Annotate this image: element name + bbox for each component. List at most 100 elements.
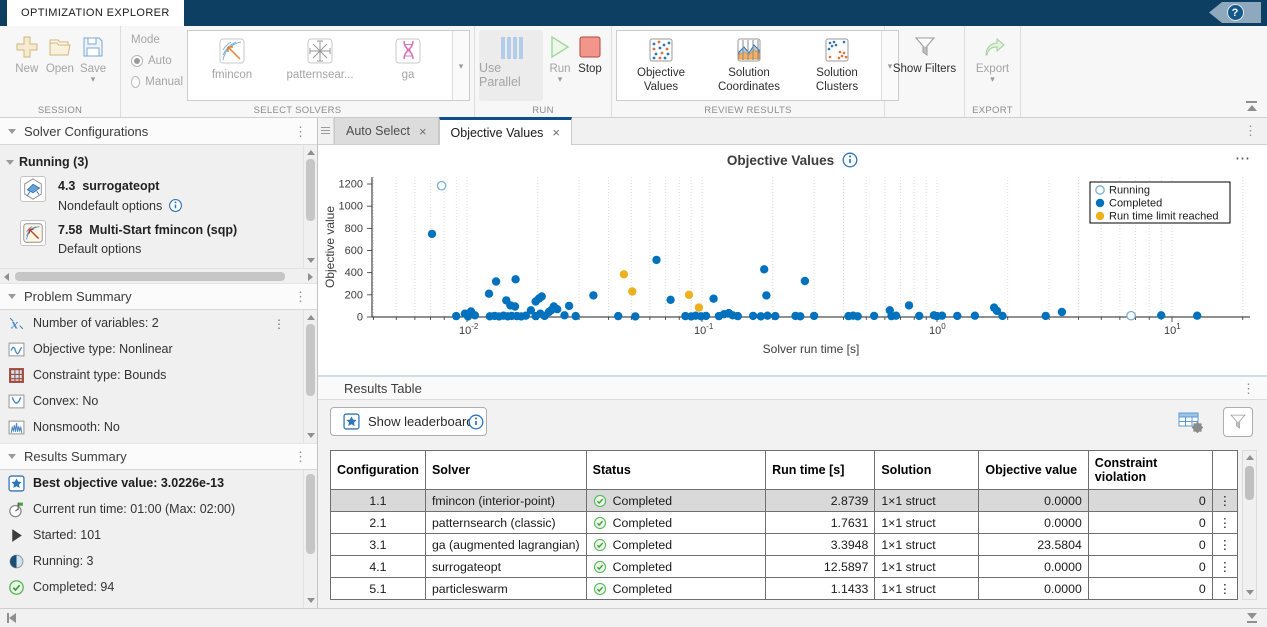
run-dropdown-icon[interactable]: ▾: [558, 75, 563, 83]
show-filters-button[interactable]: Show Filters: [893, 26, 956, 117]
scroll-left-icon[interactable]: [4, 273, 9, 281]
solver-config-horizontal-scrollbar[interactable]: [0, 268, 317, 283]
row-menu-icon[interactable]: ⋮: [1212, 600, 1237, 601]
new-button[interactable]: New: [14, 26, 40, 117]
solver-ga-button[interactable]: ga: [364, 31, 452, 100]
row-menu-icon[interactable]: ⋮: [1212, 534, 1237, 556]
table-row[interactable]: 2.1patternsearch (classic)Completed1.763…: [331, 512, 1238, 534]
scroll-right-icon[interactable]: [308, 273, 313, 281]
results-summary-menu-icon[interactable]: ⋮: [294, 450, 307, 463]
scroll-thumb[interactable]: [1245, 466, 1254, 500]
scroll-down-icon[interactable]: [307, 598, 315, 603]
close-tab-icon[interactable]: ×: [419, 125, 427, 138]
problem-summary-header[interactable]: Problem Summary ⋮: [0, 283, 317, 310]
close-tab-icon[interactable]: ×: [552, 126, 560, 139]
table-row[interactable]: 5.1particleswarmCompleted1.14331×1 struc…: [331, 578, 1238, 600]
problem-summary-vertical-scrollbar[interactable]: [303, 310, 317, 443]
table-vertical-scrollbar[interactable]: [1242, 450, 1257, 600]
info-icon[interactable]: [168, 198, 183, 213]
tab-objective-values[interactable]: Objective Values ×: [439, 117, 572, 145]
row-menu-icon[interactable]: ⋮: [1212, 512, 1237, 534]
scatter-point: [628, 287, 636, 295]
running-group[interactable]: Running (3): [0, 145, 317, 169]
summary-item-label: Completed: 94: [33, 580, 114, 594]
scroll-thumb[interactable]: [306, 324, 315, 396]
row-menu-icon[interactable]: ⋮: [1212, 578, 1237, 600]
results-summary-vertical-scrollbar[interactable]: [303, 470, 317, 608]
ribbon-group-session: New Open Save ▾ SESSION: [0, 26, 121, 117]
results-summary-header[interactable]: Results Summary ⋮: [0, 443, 317, 470]
collapse-sidebar-icon[interactable]: [7, 613, 16, 623]
legend-marker: [1096, 186, 1104, 194]
table-filter-button[interactable]: [1223, 407, 1253, 437]
open-button[interactable]: Open: [46, 26, 74, 117]
table-row[interactable]: 1.1fmincon (interior-point)Completed2.87…: [331, 490, 1238, 512]
scroll-thumb[interactable]: [306, 474, 315, 554]
column-header[interactable]: Objective value: [979, 451, 1088, 490]
help-button[interactable]: ?: [1209, 2, 1261, 23]
scroll-thumb[interactable]: [15, 272, 285, 281]
scroll-down-icon[interactable]: [307, 258, 315, 263]
scatter-point: [1127, 312, 1135, 320]
table-row[interactable]: 3.1ga (augmented lagrangian)Completed3.3…: [331, 534, 1238, 556]
export-button[interactable]: Export ▾: [976, 26, 1009, 117]
scroll-thumb[interactable]: [306, 159, 315, 221]
use-parallel-button[interactable]: Use Parallel: [479, 30, 543, 101]
info-icon[interactable]: [468, 414, 484, 430]
table-columns-settings-icon[interactable]: [1177, 409, 1205, 435]
ribbon-tab-optimization-explorer[interactable]: OPTIMIZATION EXPLORER: [7, 0, 184, 26]
column-header[interactable]: Configuration: [331, 451, 426, 490]
scroll-down-icon[interactable]: [307, 433, 315, 438]
scroll-up-icon[interactable]: [1246, 455, 1254, 460]
solver-config-vertical-scrollbar[interactable]: [303, 145, 317, 268]
config-item-surrogateopt[interactable]: 4.3 surrogateopt Nondefault options: [20, 176, 317, 213]
save-button[interactable]: Save ▾: [80, 26, 106, 117]
column-header[interactable]: Solution: [875, 451, 979, 490]
stop-button[interactable]: Stop: [577, 26, 603, 117]
scroll-up-icon[interactable]: [307, 150, 315, 155]
column-header[interactable]: Status: [586, 451, 766, 490]
solution-coordinates-button[interactable]: SolutionCoordinates: [705, 31, 793, 100]
table-row[interactable]: 4.1surrogateoptCompleted12.58971×1 struc…: [331, 556, 1238, 578]
svg-text:1200: 1200: [339, 179, 363, 191]
status-cell: Completed: [586, 534, 766, 556]
table-cell: 0.0000: [979, 556, 1088, 578]
scroll-down-icon[interactable]: [1246, 590, 1254, 595]
collapse-bottom-icon[interactable]: [1247, 613, 1257, 623]
radio-auto[interactable]: Auto: [131, 55, 183, 67]
radio-manual[interactable]: Manual: [131, 76, 183, 88]
solver-fmincon-button[interactable]: fmincon: [188, 31, 276, 100]
row-menu-icon[interactable]: ⋮: [1212, 556, 1237, 578]
results-table-header: Results Table ⋮: [318, 377, 1267, 400]
solution-clusters-button[interactable]: SolutionClusters: [793, 31, 881, 100]
objective-values-button[interactable]: ObjectiveValues: [617, 31, 705, 100]
solver-patternsearch-button[interactable]: patternsear...: [276, 31, 364, 100]
row-menu-icon[interactable]: ⋮: [1212, 490, 1237, 512]
results-table-menu-icon[interactable]: ⋮: [1242, 382, 1255, 395]
tab-auto-select[interactable]: Auto Select ×: [334, 117, 439, 144]
solver-configurations-header[interactable]: Solver Configurations ⋮: [0, 118, 317, 145]
titlebar: OPTIMIZATION EXPLORER ?: [0, 0, 1267, 26]
run-button[interactable]: Run ▾: [547, 26, 573, 117]
problem-summary-menu-icon[interactable]: ⋮: [294, 290, 307, 303]
summary-item: Nonsmooth: No: [0, 414, 317, 440]
export-dropdown-icon[interactable]: ▾: [990, 75, 995, 83]
minimize-ribbon-icon[interactable]: [1246, 101, 1257, 111]
column-header[interactable]: Constraint violation: [1088, 451, 1212, 490]
solver-configurations-menu-icon[interactable]: ⋮: [294, 125, 307, 138]
tabbar-menu-icon[interactable]: ⋮: [1244, 124, 1257, 137]
solver-gallery-dropdown[interactable]: ▾: [452, 31, 469, 100]
variables-row-menu-icon[interactable]: ⋮: [273, 318, 285, 330]
save-dropdown-icon[interactable]: ▾: [91, 75, 96, 83]
column-header[interactable]: Run time [s]: [766, 451, 875, 490]
ribbon-group-export: Export ▾ EXPORT: [965, 26, 1021, 117]
scroll-up-icon[interactable]: [307, 315, 315, 320]
column-header[interactable]: Solver: [425, 451, 586, 490]
table-row[interactable]: 6.1simulannealbndCompleted1.03391×1 stru…: [331, 600, 1238, 601]
tab-list-icon[interactable]: [318, 117, 334, 144]
table-cell: 2.1: [331, 512, 426, 534]
show-leaderboard-button[interactable]: Show leaderboard: [330, 407, 487, 436]
status-label: Completed: [613, 560, 672, 574]
scatter-point: [560, 311, 568, 319]
config-item-multistart-fmincon[interactable]: 7.58 Multi-Start fmincon (sqp) Default o…: [20, 220, 317, 256]
